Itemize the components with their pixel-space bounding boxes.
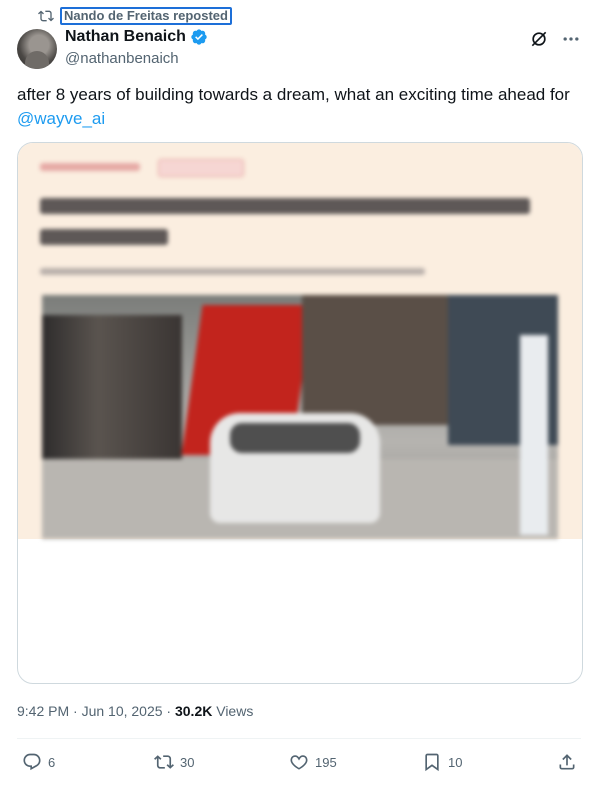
reply-count: 6: [48, 754, 56, 770]
author-name-row: Nathan Benaich: [65, 28, 208, 46]
author-handle[interactable]: @nathanbenaich: [65, 50, 179, 67]
grok-icon[interactable]: [529, 29, 549, 49]
avatar[interactable]: [17, 29, 57, 69]
reply-button[interactable]: 6: [22, 752, 55, 772]
tweet-body: after 8 years of building towards a drea…: [17, 85, 570, 104]
display-name[interactable]: Nathan Benaich: [65, 28, 186, 46]
share-button[interactable]: [557, 752, 577, 772]
repost-label[interactable]: Nando de Freitas reposted: [60, 7, 232, 25]
repost-icon: [154, 755, 174, 769]
like-icon: [290, 755, 308, 770]
blurred-headline-line-2: [40, 229, 168, 245]
top-actions: [529, 29, 581, 49]
action-bar: 6 30 195 10: [17, 752, 581, 776]
views-label: Views: [212, 703, 254, 719]
bookmark-icon: [425, 753, 439, 772]
divider: [17, 738, 581, 739]
tweet-meta: 9:42 PM · Jun 10, 2025 · 30.2K Views: [17, 703, 253, 719]
repost-icon: [38, 10, 54, 22]
card-photo: [42, 295, 558, 539]
reply-icon: [23, 753, 41, 771]
tweet-text: after 8 years of building towards a drea…: [17, 83, 577, 131]
repost-button[interactable]: 30: [154, 752, 194, 772]
blurred-tag: [158, 159, 244, 177]
blurred-subheadline: [40, 268, 425, 275]
views-count: 30.2K: [174, 703, 213, 719]
bookmark-button[interactable]: 10: [422, 752, 462, 772]
timestamp[interactable]: 9:42 PM · Jun 10, 2025 ·: [17, 703, 175, 719]
repost-count: 30: [180, 754, 195, 770]
blurred-publisher-logo: [40, 163, 140, 171]
link-card[interactable]: [17, 142, 583, 684]
verified-badge-icon: [191, 29, 207, 45]
card-preview-image: [18, 143, 582, 539]
more-icon[interactable]: [561, 29, 581, 49]
like-button[interactable]: 195: [289, 752, 337, 772]
bookmark-count: 10: [448, 754, 463, 770]
blurred-headline-line-1: [40, 198, 530, 214]
share-icon: [559, 754, 575, 770]
mention-link[interactable]: @wayve_ai: [17, 109, 105, 128]
like-count: 195: [315, 754, 337, 770]
repost-bar: Nando de Freitas reposted: [38, 7, 232, 25]
